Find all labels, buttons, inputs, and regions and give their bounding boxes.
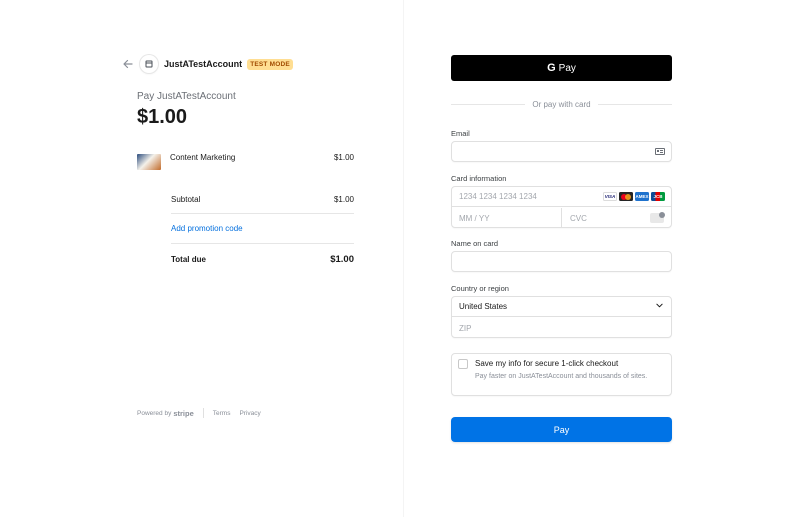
divider-line: [597, 103, 672, 105]
privacy-link[interactable]: Privacy: [239, 410, 260, 417]
order-summary-pane: JustATestAccount TEST MODE Pay JustATest…: [0, 0, 404, 517]
total-amount: $1.00: [137, 106, 188, 128]
divider-line: [451, 103, 526, 105]
name-on-card-field[interactable]: [451, 251, 672, 272]
summary-divider: [171, 243, 354, 244]
line-item: Content Marketing $1.00: [137, 151, 354, 173]
chevron-down-icon: [656, 303, 663, 308]
merchant-logo-icon: [140, 55, 158, 73]
email-label: Email: [451, 129, 470, 138]
card-cvc-input[interactable]: CVC: [563, 208, 671, 228]
subtotal-row: Subtotal $1.00: [171, 195, 354, 204]
name-on-card-label: Name on card: [451, 239, 499, 248]
card-information-group: 1234 1234 1234 1234 VISA AMEX JCB MM / Y…: [451, 186, 672, 228]
amex-icon: AMEX: [635, 192, 649, 201]
cvc-card-icon: [650, 212, 665, 223]
powered-by-label: Powered by: [137, 409, 172, 417]
subtotal-value: $1.00: [333, 195, 354, 204]
mastercard-icon: [619, 192, 633, 201]
or-pay-with-card-text: Or pay with card: [532, 99, 591, 109]
footer-separator: [202, 408, 204, 418]
test-mode-badge: TEST MODE: [247, 58, 293, 70]
pay-button[interactable]: Pay: [451, 417, 672, 442]
line-item-price: $1.00: [333, 153, 354, 162]
subtotal-label: Subtotal: [171, 195, 201, 204]
jcb-icon: JCB: [651, 192, 665, 201]
expiry-placeholder: MM / YY: [459, 213, 490, 223]
card-brands: VISA AMEX JCB: [603, 192, 665, 201]
total-due-row: Total due $1.00: [171, 254, 354, 265]
email-field[interactable]: [451, 141, 672, 162]
summary-divider: [171, 213, 354, 214]
add-promotion-code-link[interactable]: Add promotion code: [171, 224, 243, 233]
card-information-label: Card information: [451, 174, 507, 183]
billing-address-group: United States ZIP: [451, 296, 672, 338]
card-number-placeholder: 1234 1234 1234 1234: [459, 192, 537, 201]
google-g-icon: G: [547, 62, 556, 74]
google-pay-label: Pay: [558, 62, 576, 74]
terms-link[interactable]: Terms: [213, 410, 231, 417]
total-due-label: Total due: [171, 255, 206, 264]
product-thumbnail: [137, 154, 161, 170]
merchant-name: JustATestAccount: [164, 59, 243, 69]
or-divider: Or pay with card: [451, 99, 672, 109]
country-label: Country or region: [451, 284, 509, 293]
merchant-header: JustATestAccount TEST MODE: [122, 55, 293, 73]
save-info-description: Pay faster on JustATestAccount and thous…: [475, 373, 648, 380]
footer: Powered by stripe Terms Privacy: [137, 408, 270, 418]
save-info-checkbox[interactable]: [458, 359, 468, 369]
pay-merchant-label: Pay JustATestAccount: [137, 91, 236, 102]
cvc-placeholder: CVC: [570, 213, 587, 223]
stripe-logo[interactable]: stripe: [173, 409, 193, 418]
card-number-input[interactable]: 1234 1234 1234 1234 VISA AMEX JCB: [452, 187, 671, 207]
country-value: United States: [459, 302, 508, 311]
save-info-box: Save my info for secure 1-click checkout…: [451, 353, 672, 396]
payment-form-pane: G Pay Or pay with card Email Card inform…: [404, 0, 800, 517]
visa-icon: VISA: [603, 192, 617, 201]
google-pay-button[interactable]: G Pay: [451, 55, 672, 81]
zip-placeholder: ZIP: [459, 323, 472, 333]
save-info-title: Save my info for secure 1-click checkout: [475, 359, 619, 368]
contact-card-icon: [655, 148, 665, 155]
country-select[interactable]: United States: [452, 297, 671, 317]
line-item-name: Content Marketing: [170, 153, 236, 162]
total-due-value: $1.00: [330, 254, 354, 265]
zip-input[interactable]: ZIP: [452, 318, 671, 338]
back-arrow-icon[interactable]: [122, 58, 134, 70]
card-expiry-input[interactable]: MM / YY: [452, 208, 562, 228]
